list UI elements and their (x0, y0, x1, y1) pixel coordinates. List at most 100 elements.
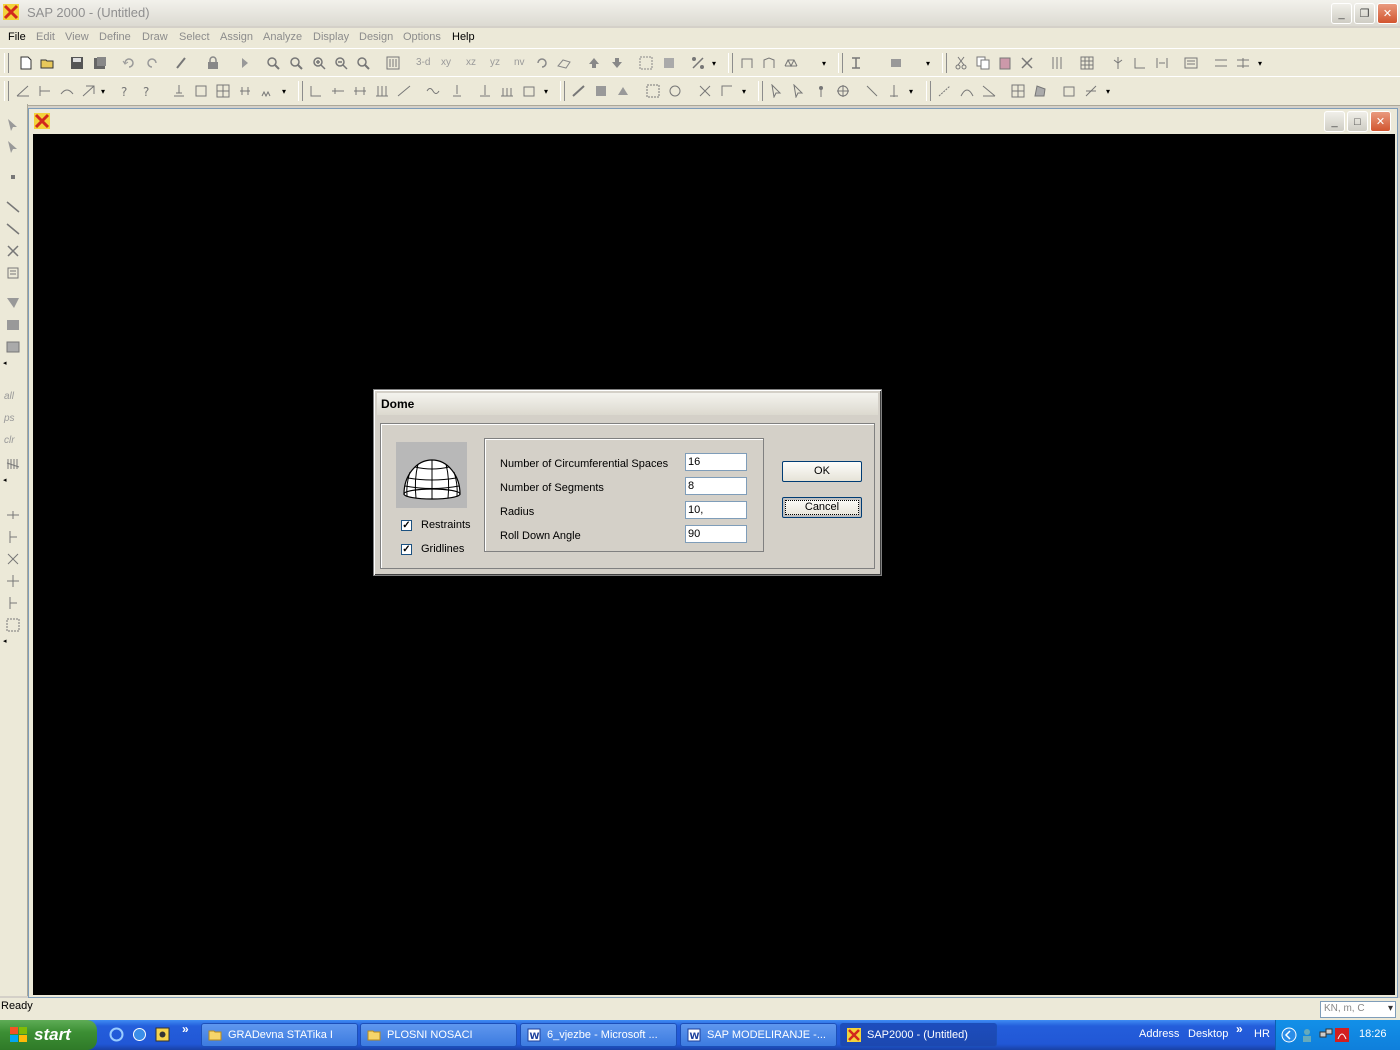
restraints-checkbox[interactable]: ✓ (401, 520, 412, 531)
snap-points-icon[interactable] (698, 84, 712, 98)
child-minimize-button[interactable]: _ (1324, 111, 1345, 132)
chevron-down-icon[interactable]: ▾ (926, 59, 930, 68)
draw-special-joint-icon[interactable] (938, 84, 952, 98)
close-button[interactable]: ✕ (1377, 3, 1398, 24)
draw-poly-area-icon[interactable] (1033, 84, 1047, 98)
save-icon[interactable] (70, 56, 84, 70)
tray-collapse-icon[interactable] (1281, 1027, 1297, 1043)
snap-joints-icon[interactable] (6, 508, 20, 522)
taskbar-item-vjezbe[interactable]: W 6_vjezbe - Microsoft ... (520, 1023, 677, 1047)
snap-midpoints-icon[interactable] (6, 530, 20, 544)
menu-options[interactable]: Options (403, 31, 441, 43)
grid-snap-icon[interactable] (639, 56, 653, 70)
undo-icon[interactable] (122, 56, 136, 70)
gravity-load-icon[interactable] (450, 84, 464, 98)
gridlines-checkbox[interactable]: ✓ (401, 544, 412, 555)
run-analysis-icon[interactable] (238, 56, 252, 70)
menu-help[interactable]: Help (452, 31, 475, 43)
quick-draw-brace-icon[interactable] (887, 84, 901, 98)
taskbar-item-gradevna[interactable]: GRADevna STATika I (201, 1023, 358, 1047)
truss-icon[interactable] (784, 56, 798, 70)
view-yz-button[interactable]: yz (490, 57, 500, 68)
draw-section-icon[interactable] (6, 266, 20, 280)
cut-icon[interactable] (954, 56, 968, 70)
select-pointer-icon[interactable] (770, 84, 784, 98)
pencil-icon[interactable] (174, 56, 188, 70)
draw-reference-point-icon[interactable] (1084, 84, 1098, 98)
rotate-view-icon[interactable] (535, 56, 549, 70)
draw-grid-icon[interactable] (646, 84, 660, 98)
area-mesh-icon[interactable] (216, 84, 230, 98)
up-arrow-icon[interactable] (587, 56, 601, 70)
wave-load-icon[interactable] (426, 84, 440, 98)
paste-icon[interactable] (998, 56, 1012, 70)
select-all-button[interactable]: all (4, 391, 14, 402)
quick-draw-area-icon[interactable] (6, 340, 20, 354)
child-close-button[interactable]: ✕ (1370, 111, 1391, 132)
area-section-icon[interactable] (889, 56, 903, 70)
menu-analyze[interactable]: Analyze (263, 31, 302, 43)
taskbar-item-plosni[interactable]: PLOSNI NOSACI (360, 1023, 517, 1047)
view-3d-button[interactable]: 3-d (416, 57, 430, 68)
save-as-icon[interactable] (93, 56, 107, 70)
select-intersect-icon[interactable] (792, 84, 806, 98)
menu-design[interactable]: Design (359, 31, 393, 43)
chevron-left-icon[interactable]: ◂ (3, 359, 7, 367)
target-icon[interactable] (836, 84, 850, 98)
snap-intersections-icon[interactable] (6, 552, 20, 566)
pressure-load-icon[interactable] (500, 84, 514, 98)
circumferential-spaces-input[interactable] (685, 453, 747, 471)
chevron-down-icon[interactable]: ▾ (822, 59, 826, 68)
draw-quad-area-icon[interactable] (1011, 84, 1025, 98)
zoom-window-icon[interactable] (266, 56, 280, 70)
ok-button[interactable]: OK (782, 461, 862, 482)
menu-view[interactable]: View (65, 31, 89, 43)
chevron-down-icon[interactable]: ▾ (742, 87, 746, 96)
draw-brace-icon[interactable] (6, 244, 20, 258)
snap-fine-grid-icon[interactable] (6, 618, 20, 632)
show-undeformed-icon[interactable] (16, 84, 30, 98)
frame-temperature-icon[interactable] (331, 84, 345, 98)
redo-icon[interactable] (145, 56, 159, 70)
network-icon[interactable] (1318, 1027, 1334, 1043)
view-xz-button[interactable]: xz (466, 57, 476, 68)
object-shrink-icon[interactable] (662, 56, 676, 70)
chevron-down-icon[interactable]: ▾ (101, 87, 105, 96)
menu-define[interactable]: Define (99, 31, 131, 43)
chevron-left-icon[interactable]: ◂ (3, 637, 7, 645)
thermal-load-icon[interactable] (478, 84, 492, 98)
offsets-icon[interactable] (1155, 56, 1169, 70)
view-nv-button[interactable]: nv (514, 57, 525, 68)
intersecting-line-icon[interactable] (6, 457, 20, 471)
segments-input[interactable] (685, 477, 747, 495)
menu-edit[interactable]: Edit (36, 31, 55, 43)
chevron-down-icon[interactable]: ▾ (712, 59, 716, 68)
show-deformed-icon[interactable] (60, 84, 74, 98)
chevron-down-icon[interactable]: ▾ (1106, 87, 1110, 96)
draw-link-icon[interactable] (668, 84, 682, 98)
assign-joint-icon[interactable] (1050, 56, 1064, 70)
joint-icon[interactable] (814, 84, 828, 98)
desktop-toolbar-label[interactable]: Desktop (1188, 1028, 1228, 1040)
spring-icon[interactable] (260, 84, 274, 98)
down-arrow-icon[interactable] (610, 56, 624, 70)
menu-assign[interactable]: Assign (220, 31, 253, 43)
show-stresses-icon[interactable] (1236, 56, 1250, 70)
draw-frame-cable-icon[interactable] (6, 200, 20, 214)
chevron-down-icon[interactable]: ▾ (909, 87, 913, 96)
grid-icon[interactable] (1080, 56, 1094, 70)
chevron-left-icon[interactable]: ◂ (3, 476, 7, 484)
chevron-down-icon[interactable]: ▾ (544, 87, 548, 96)
cancel-button[interactable]: Cancel (782, 497, 862, 518)
draw-dimension-icon[interactable] (1062, 84, 1076, 98)
menu-display[interactable]: Display (313, 31, 349, 43)
browser-icon[interactable] (132, 1027, 147, 1042)
releases-icon[interactable] (1111, 56, 1125, 70)
new-file-icon[interactable] (19, 56, 33, 70)
query-grid-icon[interactable]: ? (142, 84, 156, 98)
snap-lines-icon[interactable] (720, 84, 734, 98)
snap-perpendicular-icon[interactable] (6, 574, 20, 588)
menu-file[interactable]: File (8, 31, 26, 43)
start-button[interactable]: start (0, 1020, 97, 1050)
draw-poly-icon[interactable] (6, 296, 20, 310)
